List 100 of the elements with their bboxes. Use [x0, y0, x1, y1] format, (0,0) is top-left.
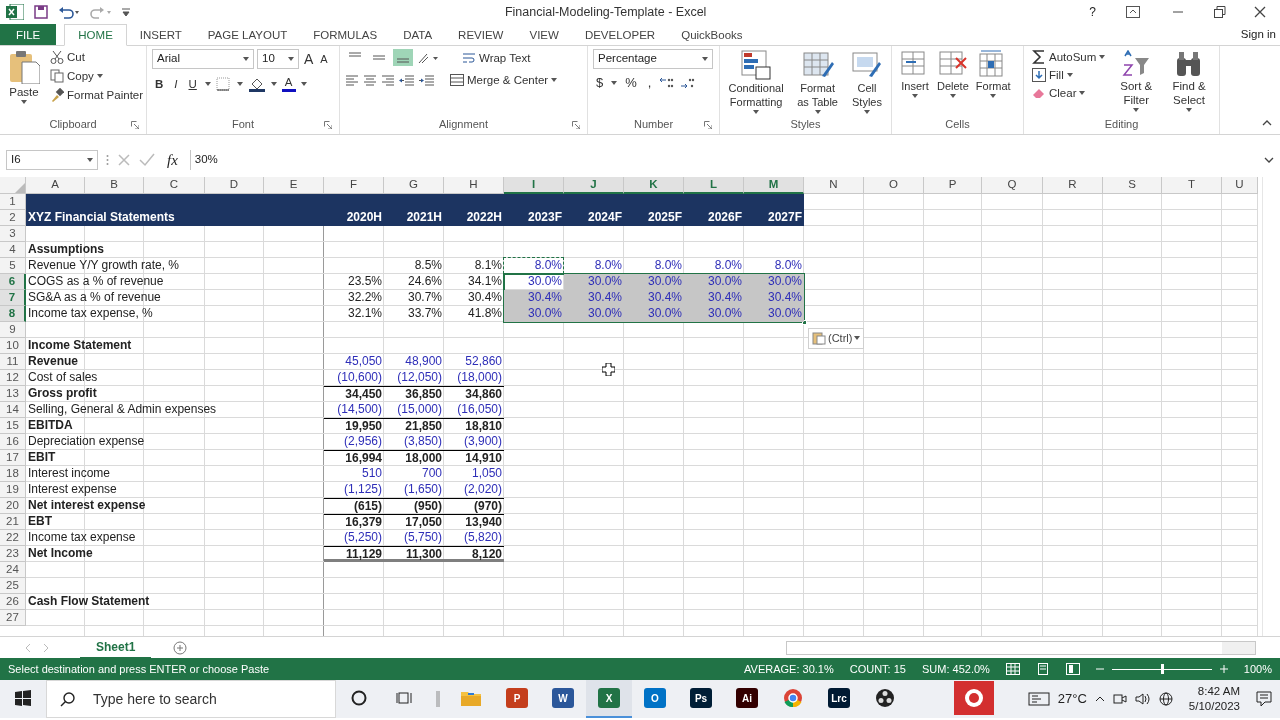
row-header[interactable]: 4 — [0, 242, 26, 258]
row-header[interactable]: 27 — [0, 610, 26, 626]
table-cell[interactable]: (3,850) — [384, 434, 444, 450]
zoom-level[interactable]: 100% — [1243, 660, 1272, 678]
notification-icon[interactable] — [1256, 691, 1272, 707]
table-cell[interactable]: 30.0% — [504, 274, 564, 290]
table-cell[interactable]: 36,850 — [384, 386, 444, 402]
table-cell[interactable]: 18,810 — [444, 418, 504, 434]
column-header[interactable]: A — [26, 177, 85, 194]
column-header[interactable]: F — [324, 177, 384, 194]
column-header[interactable]: P — [924, 177, 982, 194]
clock-date[interactable]: 5/10/2023 — [1188, 699, 1240, 714]
close-icon[interactable] — [1254, 6, 1266, 18]
table-cell[interactable]: 16,994 — [324, 450, 384, 466]
bold-button[interactable]: B — [152, 75, 167, 92]
search-field[interactable]: Type here to search — [46, 680, 336, 718]
row-header[interactable]: 23 — [0, 546, 26, 562]
row-header[interactable]: 18 — [0, 466, 26, 482]
table-cell[interactable]: 30.0% — [564, 306, 624, 322]
table-cell[interactable]: (14,500) — [324, 402, 384, 418]
table-cell[interactable]: 14,910 — [444, 450, 504, 466]
column-header[interactable]: U — [1222, 177, 1258, 194]
paste-options-button[interactable]: (Ctrl) — [808, 328, 865, 349]
comma-button[interactable]: , — [644, 75, 655, 91]
increase-decimal-icon[interactable] — [659, 76, 676, 90]
save-icon[interactable] — [34, 5, 48, 19]
table-cell[interactable]: (2,020) — [444, 482, 504, 498]
table-cell[interactable]: (12,050) — [384, 370, 444, 386]
table-cell[interactable]: 8.0% — [684, 258, 744, 274]
ribbon-tab[interactable]: REVIEW — [445, 24, 517, 45]
table-cell[interactable]: 1,050 — [444, 466, 504, 482]
row-header[interactable]: 7 — [0, 290, 26, 306]
restore-icon[interactable] — [1214, 6, 1226, 18]
add-sheet-icon[interactable] — [173, 640, 188, 655]
table-cell[interactable]: 30.0% — [564, 274, 624, 290]
row-header[interactable]: 22 — [0, 530, 26, 546]
row-header[interactable]: 8 — [0, 306, 26, 322]
table-cell[interactable]: 52,860 — [444, 354, 504, 370]
dialog-launcher-icon[interactable] — [324, 121, 332, 129]
table-cell[interactable]: 21,850 — [384, 418, 444, 434]
globe-icon[interactable] — [1158, 692, 1173, 706]
table-cell[interactable]: 30.0% — [504, 306, 564, 322]
taskbar-app-button[interactable]: Lrc — [816, 680, 862, 718]
table-cell[interactable]: 8.0% — [504, 258, 564, 274]
taskbar-app-button[interactable]: W — [540, 680, 586, 718]
table-cell[interactable]: (1,125) — [324, 482, 384, 498]
delete-cells-button[interactable]: Delete — [934, 49, 972, 117]
row-header[interactable]: 11 — [0, 354, 26, 370]
table-cell[interactable]: 30.0% — [624, 306, 684, 322]
table-cell[interactable]: 30.4% — [744, 290, 804, 306]
row-header[interactable]: 14 — [0, 402, 26, 418]
taskbar-app-button[interactable]: P — [494, 680, 540, 718]
expand-formula-icon[interactable] — [1264, 157, 1274, 163]
wrap-text-button[interactable]: Wrap Text — [459, 49, 534, 66]
grow-font-button[interactable]: A — [302, 52, 316, 66]
meet-now-icon[interactable] — [1112, 692, 1127, 706]
taskbar-app-button[interactable]: X — [586, 680, 632, 718]
table-cell[interactable]: 8.5% — [384, 258, 444, 274]
column-header[interactable]: E — [264, 177, 324, 194]
table-cell[interactable]: (5,750) — [384, 530, 444, 546]
table-cell[interactable]: 32.1% — [324, 306, 384, 322]
row-header[interactable]: 24 — [0, 562, 26, 578]
table-cell[interactable]: 8.0% — [744, 258, 804, 274]
table-cell[interactable]: 32.2% — [324, 290, 384, 306]
table-cell[interactable]: 11,129 — [324, 546, 384, 562]
table-cell[interactable]: 19,950 — [324, 418, 384, 434]
table-cell[interactable]: 24.6% — [384, 274, 444, 290]
find-select-button[interactable]: Find & Select — [1164, 49, 1214, 117]
column-header[interactable]: K — [624, 177, 684, 194]
page-layout-icon[interactable] — [1035, 663, 1050, 675]
italic-button[interactable]: I — [171, 75, 181, 92]
row-header[interactable]: 19 — [0, 482, 26, 498]
number-format-field[interactable]: Percentage — [593, 49, 713, 69]
ribbon-tab[interactable]: DEVELOPER — [571, 24, 669, 45]
conditional-formatting-button[interactable]: Conditional Formatting — [725, 49, 788, 117]
ribbon-tab[interactable]: DATA — [390, 24, 446, 45]
table-cell[interactable]: (16,050) — [444, 402, 504, 418]
percent-button[interactable]: % — [622, 75, 640, 91]
column-header[interactable]: Q — [982, 177, 1043, 194]
table-cell[interactable]: 30.7% — [384, 290, 444, 306]
column-header[interactable]: I — [504, 177, 564, 194]
normal-view-icon[interactable] — [1005, 663, 1020, 675]
row-header[interactable]: 12 — [0, 370, 26, 386]
row-header[interactable]: 26 — [0, 594, 26, 610]
copy-button[interactable]: Copy — [47, 68, 147, 84]
table-cell[interactable]: 30.4% — [624, 290, 684, 306]
fill-button[interactable]: Fill — [1029, 67, 1109, 83]
taskbar-app-button[interactable]: O — [632, 680, 678, 718]
row-header[interactable]: 9 — [0, 322, 26, 338]
currency-button[interactable]: $ — [593, 75, 607, 91]
table-cell[interactable]: 30.0% — [624, 274, 684, 290]
shrink-font-button[interactable]: A — [318, 52, 330, 66]
dialog-launcher-icon[interactable] — [131, 121, 139, 129]
table-cell[interactable]: 18,000 — [384, 450, 444, 466]
row-header[interactable]: 10 — [0, 338, 26, 354]
table-cell[interactable]: 510 — [324, 466, 384, 482]
column-header[interactable]: C — [144, 177, 205, 194]
column-header[interactable]: T — [1162, 177, 1222, 194]
name-box[interactable]: I6 — [6, 150, 98, 170]
row-header[interactable]: 16 — [0, 434, 26, 450]
